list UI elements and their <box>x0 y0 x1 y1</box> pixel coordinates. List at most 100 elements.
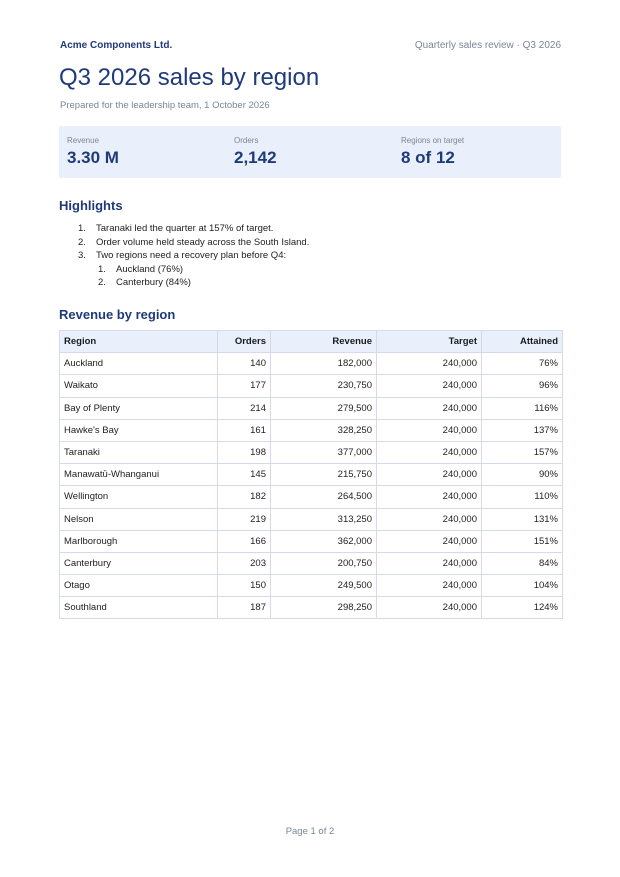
target-cell: 240,000 <box>376 374 482 398</box>
target-cell: 240,000 <box>376 551 482 576</box>
region-cell: Auckland <box>59 352 218 376</box>
revenue-cell: 182,000 <box>270 352 377 376</box>
target-cell: 240,000 <box>376 529 482 553</box>
table-row: Marlborough 166 362,000 240,000 151% <box>59 529 563 553</box>
list-number: 1. <box>98 263 106 275</box>
column-header-region: Region <box>59 329 218 354</box>
table-row: Bay of Plenty 214 279,500 240,000 116% <box>59 396 563 420</box>
kpi-value: 8 of 12 <box>401 148 455 167</box>
list-text: Two regions need a recovery plan before … <box>96 250 287 261</box>
orders-cell: 177 <box>217 374 271 398</box>
revenue-cell: 362,000 <box>270 529 377 553</box>
target-cell: 240,000 <box>376 352 482 376</box>
orders-cell: 145 <box>217 463 271 487</box>
orders-cell: 187 <box>217 596 271 620</box>
table-row: Waikato 177 230,750 240,000 96% <box>59 374 563 398</box>
kpi-regions-on-target: Regions on target 8 of 12 <box>393 126 560 178</box>
kpi-panel: Revenue 3.30 M Orders 2,142 Regions on t… <box>59 126 561 178</box>
revenue-heading: Revenue by region <box>59 307 176 322</box>
kpi-orders: Orders 2,142 <box>226 126 393 178</box>
attained-cell: 96% <box>481 374 563 398</box>
revenue-cell: 264,500 <box>270 485 377 509</box>
list-item: 1. Taranaki led the quarter at 157% of t… <box>78 222 309 236</box>
kpi-value: 2,142 <box>234 148 277 167</box>
region-cell: Taranaki <box>59 440 218 465</box>
region-cell: Marlborough <box>59 529 218 553</box>
page-header: Acme Components Ltd. Quarterly sales rev… <box>60 38 561 52</box>
target-cell: 240,000 <box>376 574 482 598</box>
highlights-heading: Highlights <box>59 198 123 213</box>
target-cell: 240,000 <box>376 507 482 531</box>
revenue-cell: 279,500 <box>270 396 377 420</box>
attained-cell: 110% <box>481 485 563 509</box>
attained-cell: 124% <box>481 596 563 620</box>
list-item: 2. Canterbury (84%) <box>98 276 309 290</box>
target-cell: 240,000 <box>376 440 482 465</box>
region-cell: Canterbury <box>59 551 218 576</box>
table-row: Southland 187 298,250 240,000 124% <box>59 596 563 620</box>
region-cell: Manawatū-Whanganui <box>59 463 218 487</box>
target-cell: 240,000 <box>376 463 482 487</box>
orders-cell: 182 <box>217 485 271 509</box>
list-number: 3. <box>78 250 86 261</box>
orders-cell: 214 <box>217 396 271 420</box>
target-cell: 240,000 <box>376 396 482 420</box>
table-row: Manawatū-Whanganui 145 215,750 240,000 90% <box>59 463 563 487</box>
table-row: Nelson 219 313,250 240,000 131% <box>59 507 563 531</box>
table-row: Hawke's Bay 161 328,250 240,000 137% <box>59 418 563 442</box>
revenue-cell: 328,250 <box>270 418 377 442</box>
kpi-label: Revenue <box>67 136 100 145</box>
region-cell: Otago <box>59 574 218 598</box>
document-label: Quarterly sales review · Q3 2026 <box>414 39 561 51</box>
table-body: Auckland 140 182,000 240,000 76% Waikato 177 23… <box>59 352 563 620</box>
list-text: Order volume held steady across the Sout… <box>96 236 310 248</box>
revenue-cell: 313,250 <box>270 507 377 531</box>
page-subtitle: Prepared for the leadership team, 1 Octo… <box>60 100 270 111</box>
target-cell: 240,000 <box>376 418 482 442</box>
list-number: 1. <box>78 223 86 234</box>
revenue-cell: 249,500 <box>270 574 377 598</box>
table-row: Auckland 140 182,000 240,000 76% <box>59 352 563 376</box>
list-item: 3. Two regions need a recovery plan befo… <box>78 249 309 263</box>
column-header-orders: Orders <box>217 329 271 354</box>
column-header-revenue: Revenue <box>270 329 377 354</box>
target-cell: 240,000 <box>376 485 482 509</box>
column-header-attained: Attained <box>481 329 563 354</box>
attained-cell: 151% <box>481 529 563 553</box>
list-item: 1. Auckland (76%) <box>98 263 309 277</box>
orders-cell: 140 <box>217 352 271 376</box>
recovery-sublist: 1. Auckland (76%) 2. Canterbury (84%) <box>98 263 309 290</box>
column-header-target: Target <box>376 329 482 354</box>
revenue-cell: 200,750 <box>270 551 377 576</box>
revenue-cell: 377,000 <box>270 440 377 465</box>
orders-cell: 203 <box>217 551 271 576</box>
list-item: 2. Order volume held steady across the S… <box>78 236 309 250</box>
table-row: Otago 150 249,500 240,000 104% <box>59 574 563 598</box>
table-row: Wellington 182 264,500 240,000 110% <box>59 485 563 509</box>
orders-cell: 198 <box>217 440 271 465</box>
orders-cell: 219 <box>217 507 271 531</box>
revenue-cell: 298,250 <box>270 596 377 620</box>
list-text: Auckland (76%) <box>116 263 184 275</box>
list-number: 2. <box>78 236 86 248</box>
orders-cell: 150 <box>217 574 271 598</box>
region-cell: Wellington <box>59 485 218 509</box>
table-row: Taranaki 198 377,000 240,000 157% <box>59 440 563 465</box>
revenue-cell: 215,750 <box>270 463 377 487</box>
kpi-revenue: Revenue 3.30 M <box>59 126 226 178</box>
orders-cell: 166 <box>217 529 271 553</box>
attained-cell: 76% <box>481 352 563 376</box>
list-number: 2. <box>98 277 106 288</box>
attained-cell: 137% <box>481 418 563 442</box>
highlights-list: 1. Taranaki led the quarter at 157% of t… <box>78 222 309 290</box>
company-name: Acme Components Ltd. <box>60 39 173 51</box>
region-cell: Southland <box>59 596 218 620</box>
document-page: Acme Components Ltd. Quarterly sales rev… <box>0 0 620 877</box>
list-text: Taranaki led the quarter at 157% of targ… <box>96 223 274 234</box>
attained-cell: 116% <box>481 396 563 420</box>
revenue-table: Region Orders Revenue Target Attained Au… <box>59 329 563 620</box>
attained-cell: 157% <box>481 440 563 465</box>
table-header-row: Region Orders Revenue Target Attained <box>59 329 563 354</box>
region-cell: Bay of Plenty <box>59 396 218 420</box>
kpi-value: 3.30 M <box>67 148 119 167</box>
